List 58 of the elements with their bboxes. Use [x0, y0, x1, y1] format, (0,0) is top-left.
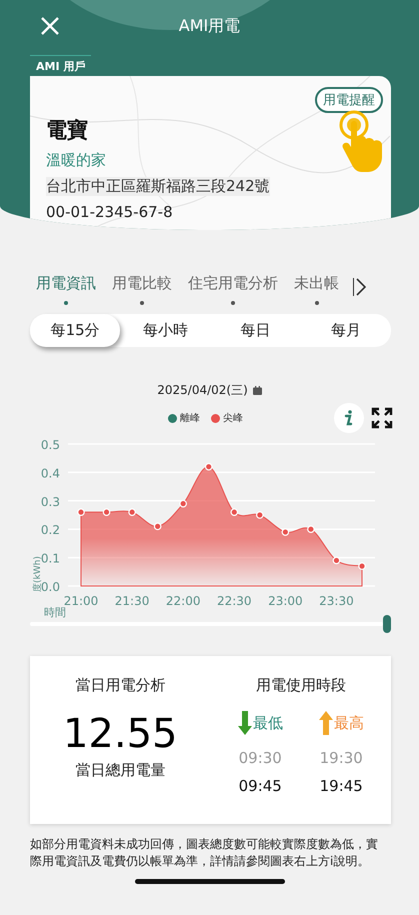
calendar-icon[interactable] [252, 386, 262, 395]
account-nickname: 溫暖的家 [46, 151, 106, 170]
x-axis-label: 時間 [44, 606, 66, 618]
alert-button[interactable]: 用電提醒 [315, 87, 383, 113]
account-number: 00-01-2345-67-8 [46, 203, 173, 221]
period-option[interactable]: 每15分 [30, 314, 120, 347]
arrow-down-icon [238, 711, 252, 735]
expand-icon[interactable] [371, 407, 393, 429]
y-tick-label: 0.3 [40, 494, 60, 509]
time-value: 19:45 [320, 777, 363, 795]
x-tick-label: 21:00 [64, 594, 98, 608]
data-point [77, 508, 85, 516]
y-tick-label: 0.4 [40, 466, 60, 480]
time-label: 最低 [252, 714, 283, 732]
period-option[interactable]: 每小時 [120, 314, 210, 347]
data-point [230, 508, 238, 516]
info-icon[interactable] [334, 403, 364, 433]
window-title: AMI用電 [178, 16, 240, 36]
y-axis-label: 度(kWh) [33, 556, 43, 592]
x-tick-label: 22:00 [166, 594, 200, 608]
account-name: 電寶 [46, 117, 88, 144]
disclaimer-text: 如部分用電資料未成功回傳，圖表總度數可能較實際度數為低，實際用電資訊及電費仍以帳單為準，詳情請參閱圖表右上方i說明。 [30, 836, 379, 870]
x-tick-label: 23:00 [268, 594, 303, 608]
total-value: 12.55 [62, 711, 178, 757]
data-point [128, 508, 136, 516]
account-address: 台北市中正區羅斯福路三段242號 [46, 177, 270, 196]
total-label: 當日總用電量 [75, 761, 166, 780]
arrow-up-icon [318, 711, 333, 735]
close-icon[interactable] [40, 16, 60, 36]
data-point [154, 522, 162, 530]
time-value: 09:30 [238, 749, 282, 767]
tab[interactable]: 未出帳 [294, 274, 351, 308]
date-label[interactable]: 2025/04/02(三) [157, 382, 248, 399]
legend-label: 尖峰 [223, 412, 243, 425]
tab[interactable]: 住宅用電分析 [188, 274, 290, 308]
x-tick-label: 21:30 [114, 594, 150, 608]
y-tick-label: 0.1 [40, 552, 60, 566]
y-tick-label: 0.5 [40, 438, 60, 452]
y-tick-label: 0.0 [40, 580, 60, 594]
legend-label: 離峰 [180, 412, 200, 425]
data-point [256, 511, 264, 519]
time-label: 最高 [334, 714, 364, 732]
summary-title: 當日用電分析 [75, 676, 166, 695]
chevron-right-icon[interactable] [353, 278, 366, 296]
slider-handle[interactable] [383, 615, 391, 633]
period-option[interactable]: 每月 [300, 314, 391, 347]
summary-title: 用電使用時段 [256, 676, 346, 695]
data-point [358, 562, 366, 570]
tab[interactable]: 用電比較 [112, 274, 184, 308]
y-tick-label: 0.2 [40, 523, 60, 538]
period-option[interactable]: 每日 [210, 314, 301, 347]
x-tick-label: 22:30 [216, 594, 252, 608]
x-tick-label: 23:30 [319, 594, 354, 608]
time-value: 19:30 [320, 749, 363, 767]
data-point [102, 508, 110, 516]
time-value: 09:45 [238, 777, 282, 795]
data-point [204, 462, 213, 471]
tab[interactable]: 用電資訊 [36, 274, 108, 308]
